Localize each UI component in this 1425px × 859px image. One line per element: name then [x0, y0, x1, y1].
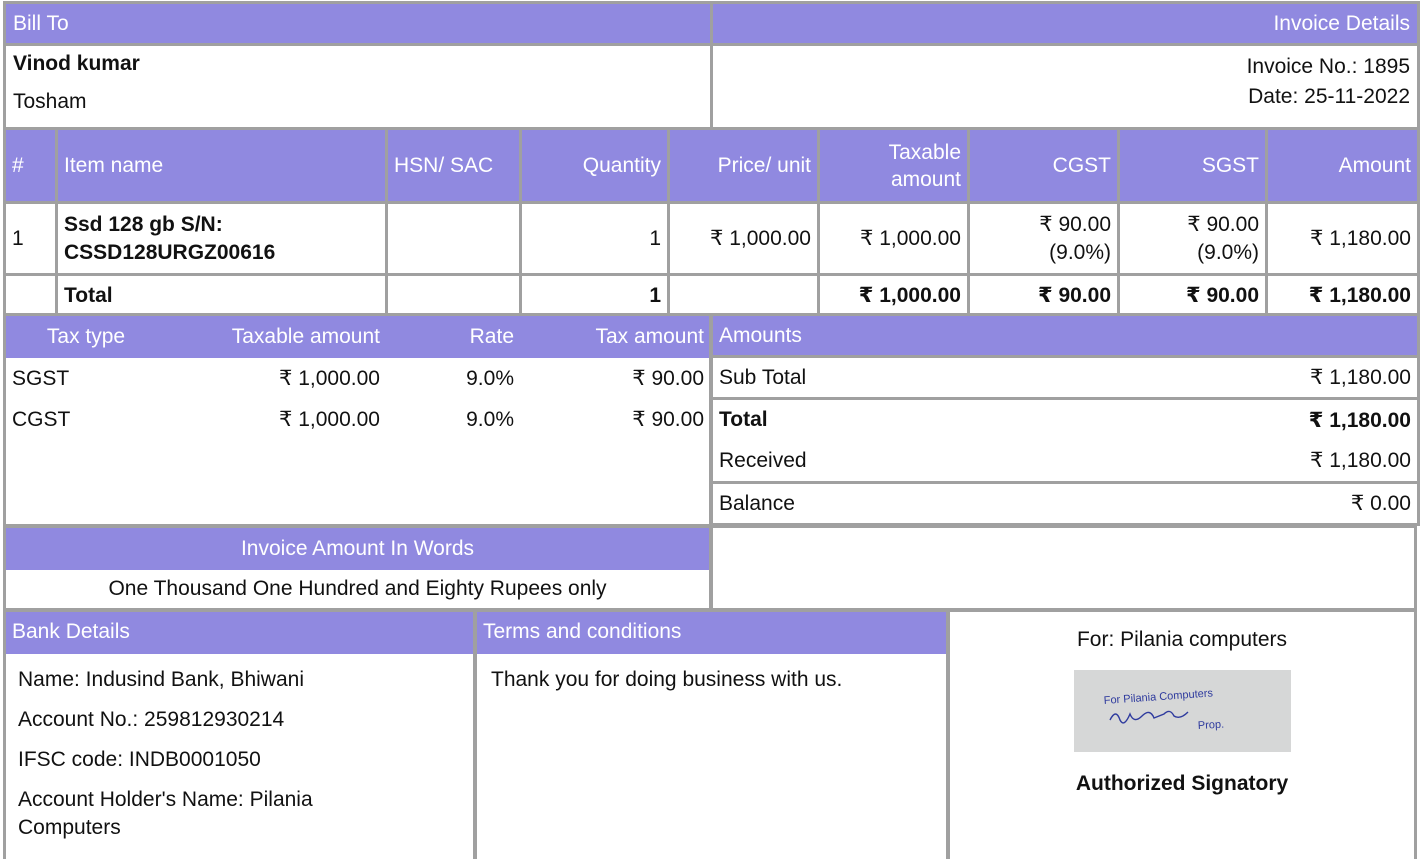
terms-header: Terms and conditions [477, 612, 946, 654]
signature-section: For: Pilania computers For Pilania Compu… [947, 609, 1417, 859]
subtotal-value: ₹ 1,180.00 [1111, 355, 1420, 400]
subtotal-label: Sub Total [710, 355, 1112, 400]
tax-rate: 9.0% [466, 407, 514, 431]
stamp-line2: Prop. [1197, 719, 1224, 732]
col-taxable: Taxable amount [817, 127, 970, 204]
tax-amount: ₹ 90.00 [632, 367, 704, 390]
tax-type: SGST [12, 366, 70, 390]
bank-name: Name: Indusind Bank, Bhiwani [18, 668, 304, 691]
received-value: ₹ 1,180.00 [1111, 440, 1420, 484]
tax-col-taxable: Taxable amount [231, 325, 380, 348]
tax-taxable: ₹ 1,000.00 [279, 408, 380, 431]
signature-scribble [1108, 710, 1188, 724]
amount-in-words: Invoice Amount In Words One Thousand One… [3, 525, 712, 611]
invoice-number: Invoice No.: 1895 [1246, 55, 1410, 78]
tax-rate: 9.0% [466, 366, 514, 390]
tax-amount: ₹ 90.00 [632, 408, 704, 431]
tax-col-type: Tax type [46, 325, 126, 348]
terms-text: Thank you for doing business with us. [491, 668, 843, 691]
col-quantity: Quantity [519, 127, 670, 204]
words-value: One Thousand One Hundred and Eighty Rupe… [108, 577, 607, 600]
total-sgst: ₹ 90.00 [1117, 273, 1268, 318]
tax-col-amount: Tax amount [595, 325, 704, 348]
bank-account: Account No.: 259812930214 [18, 708, 285, 731]
total-taxable: ₹ 1,000.00 [817, 273, 970, 318]
row-sgst-amount: ₹ 90.00 [1187, 212, 1259, 236]
items-table: # Item name HSN/ SAC Quantity Price/ uni… [3, 127, 1420, 318]
row-hsn [385, 201, 522, 276]
col-price: Price/ unit [667, 127, 820, 204]
col-sgst: SGST [1117, 127, 1268, 204]
grand-total-label: Total [710, 397, 1112, 441]
invoice-details-header: Invoice Details [710, 1, 1420, 46]
balance-value: ₹ 0.00 [1111, 481, 1420, 526]
col-amount: Amount [1265, 127, 1420, 204]
col-item-name: Item name [55, 127, 388, 204]
total-amount: ₹ 1,180.00 [1265, 273, 1420, 318]
col-cgst: CGST [967, 127, 1120, 204]
bank-holder: Account Holder's Name: Pilania Computers [18, 788, 313, 839]
tax-taxable: ₹ 1,000.00 [279, 367, 380, 390]
amounts-section: Amounts Sub Total ₹ 1,180.00 Total ₹ 1,1… [710, 313, 1420, 527]
bank-header: Bank Details [6, 612, 473, 654]
signature-for: For: Pilania computers [1076, 628, 1288, 651]
list-item: SGST ₹ 1,000.00 9.0% ₹ 90.00 [6, 358, 709, 399]
row-cgst-rate: (9.0%) [1049, 240, 1111, 264]
customer-name: Vinod kumar [13, 52, 140, 75]
bill-to-section: Bill To Invoice Details Vinod kumar Tosh… [3, 1, 1420, 130]
list-item: CGST ₹ 1,000.00 9.0% ₹ 90.00 [6, 399, 709, 440]
grand-total-value: ₹ 1,180.00 [1111, 397, 1420, 441]
row-sgst: ₹ 90.00 (9.0%) [1117, 201, 1268, 276]
row-cgst-amount: ₹ 90.00 [1039, 212, 1111, 236]
tax-summary: Tax type Taxable amount Rate Tax amount … [3, 313, 712, 527]
total-cgst: ₹ 90.00 [967, 273, 1120, 318]
row-quantity: 1 [519, 201, 670, 276]
authorized-signatory: Authorized Signatory [1075, 772, 1289, 795]
total-label: Total [55, 273, 388, 318]
customer-address: Tosham [13, 90, 87, 113]
received-label: Received [710, 440, 1112, 484]
bank-details: Bank Details Name: Indusind Bank, Bhiwan… [3, 609, 476, 859]
tax-col-rate: Rate [469, 325, 514, 348]
row-item-name: Ssd 128 gb S/N: CSSD128URGZ00616 [55, 201, 388, 276]
row-number: 1 [3, 201, 58, 276]
words-header: Invoice Amount In Words [6, 528, 709, 570]
signature-stamp: For Pilania Computers Prop. [1073, 670, 1291, 752]
amounts-header: Amounts [710, 313, 1420, 358]
invoice-date: Date: 25-11-2022 [1248, 85, 1410, 108]
row-price: ₹ 1,000.00 [667, 201, 820, 276]
row-amount: ₹ 1,180.00 [1265, 201, 1420, 276]
col-hsn: HSN/ SAC [385, 127, 522, 204]
col-number: # [3, 127, 58, 204]
bill-to-header: Bill To [3, 1, 713, 46]
stamp-line1: For Pilania Computers [1103, 687, 1214, 707]
balance-label: Balance [710, 481, 1112, 526]
row-sgst-rate: (9.0%) [1197, 240, 1259, 264]
bank-ifsc: IFSC code: INDB0001050 [18, 748, 261, 771]
total-quantity: 1 [519, 273, 670, 318]
row-taxable: ₹ 1,000.00 [817, 201, 970, 276]
table-row: 1 Ssd 128 gb S/N: CSSD128URGZ00616 1 ₹ 1… [3, 201, 1420, 276]
invoice: Bill To Invoice Details Vinod kumar Tosh… [3, 1, 1420, 859]
tax-type: CGST [12, 407, 71, 431]
row-cgst: ₹ 90.00 (9.0%) [967, 201, 1120, 276]
terms-section: Terms and conditions Thank you for doing… [474, 609, 949, 859]
words-spacer [710, 525, 1417, 611]
total-row: Total 1 ₹ 1,000.00 ₹ 90.00 ₹ 90.00 ₹ 1,1… [3, 273, 1420, 318]
